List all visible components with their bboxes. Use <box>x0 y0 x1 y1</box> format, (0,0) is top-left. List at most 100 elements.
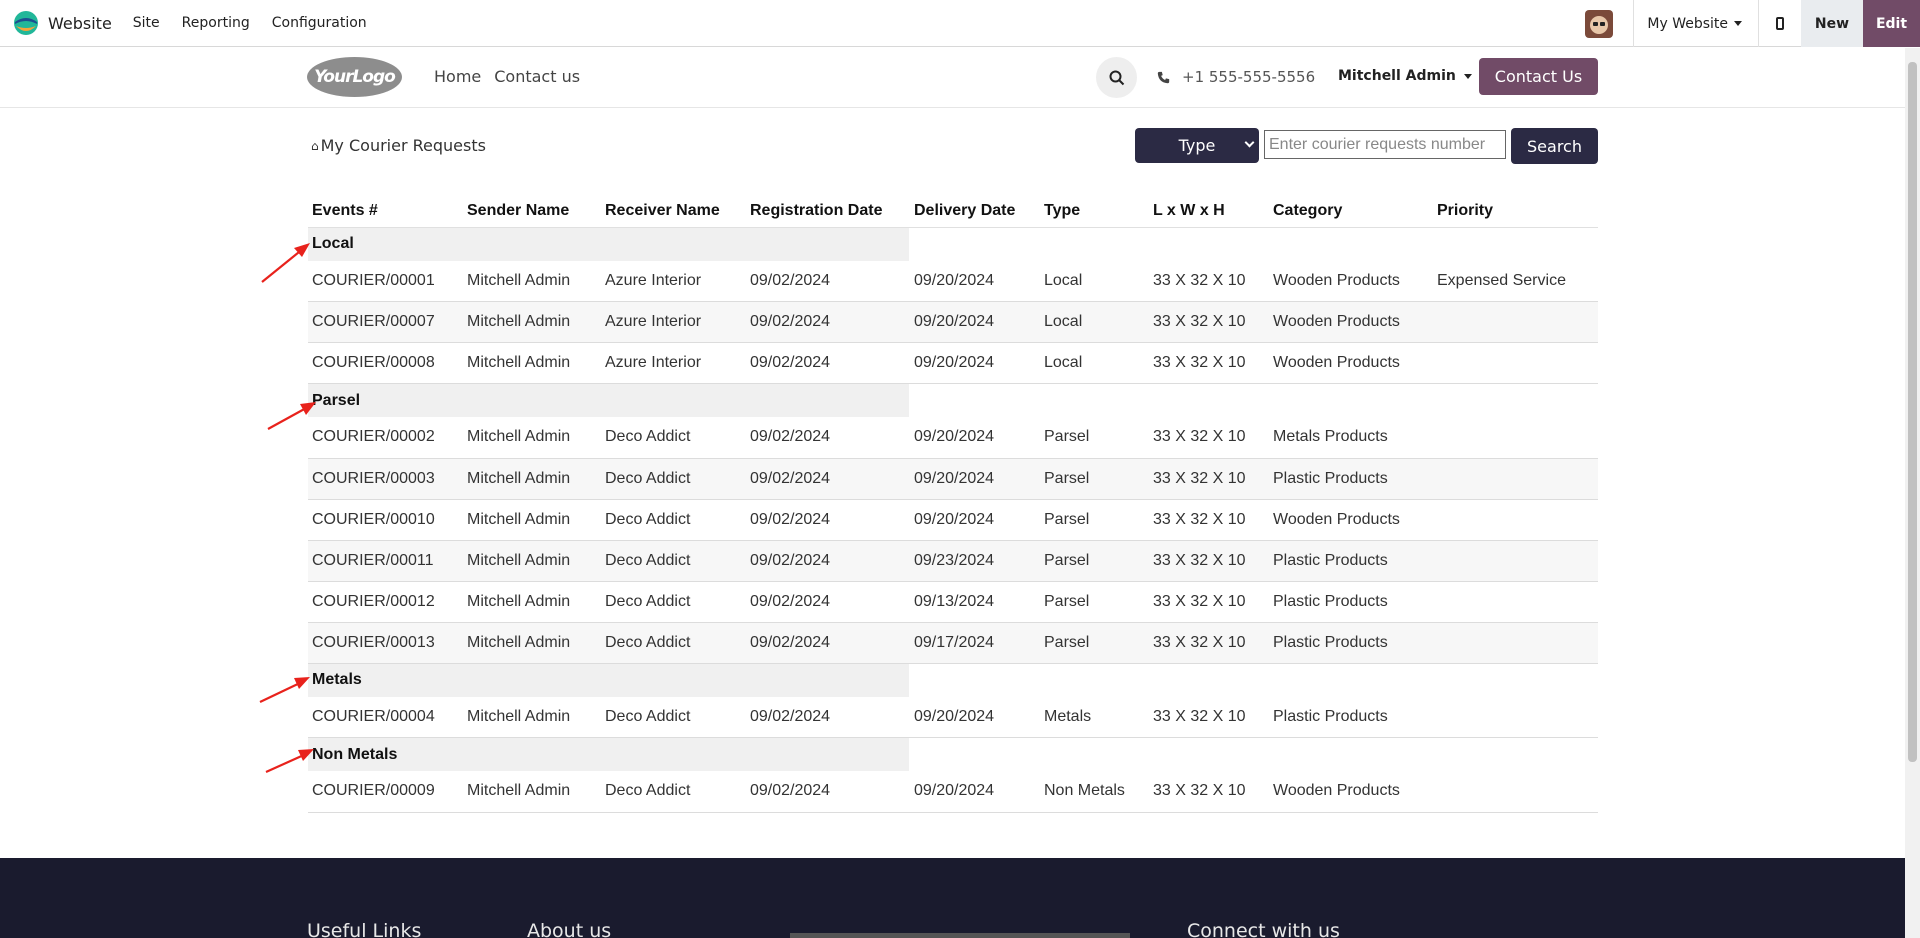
table-cell: Deco Addict <box>601 540 746 582</box>
website-selector[interactable]: My Website <box>1634 16 1758 32</box>
table-cell: 09/20/2024 <box>910 260 1040 302</box>
menu-reporting[interactable]: Reporting <box>171 15 261 31</box>
table-row[interactable]: COURIER/00002 Mitchell Admin Deco Addict 09… <box>308 417 1598 459</box>
menu-configuration[interactable]: Configuration <box>261 15 378 31</box>
nav-contact-us[interactable]: Contact us <box>494 67 580 86</box>
website-app-icon[interactable] <box>13 10 39 36</box>
home-icon[interactable]: ⌂ <box>311 139 319 153</box>
table-row[interactable]: COURIER/00008 Mitchell Admin Azure Interio… <box>308 342 1598 384</box>
menu-site[interactable]: Site <box>122 15 171 31</box>
table-row[interactable]: COURIER/00003 Mitchell Admin Deco Addict 09… <box>308 458 1598 500</box>
table-cell: 33 X 32 X 10 <box>1149 771 1269 813</box>
table-row[interactable]: COURIER/00007 Mitchell Admin Azure Interio… <box>308 301 1598 343</box>
scrollbar-thumb[interactable] <box>1908 62 1917 762</box>
table-cell: Azure Interior <box>601 301 746 343</box>
table-cell: 09/02/2024 <box>746 458 910 500</box>
courier-number-link[interactable]: COURIER/00001 <box>308 260 463 302</box>
table-cell: 33 X 32 X 10 <box>1149 342 1269 384</box>
table-row[interactable]: COURIER/00010 Mitchell Admin Deco Addict 09… <box>308 499 1598 541</box>
header-phone[interactable]: +1 555-555-5556 <box>1157 68 1315 86</box>
group-label: Metals <box>308 663 909 697</box>
mobile-icon <box>1776 17 1784 30</box>
column-header: Category <box>1269 195 1433 228</box>
table-cell: Wooden Products <box>1269 499 1433 541</box>
footer-divider <box>790 933 1130 938</box>
table-cell: Wooden Products <box>1269 301 1433 343</box>
courier-number-link[interactable]: COURIER/00009 <box>308 771 463 813</box>
table-cell: Azure Interior <box>601 260 746 302</box>
courier-number-link[interactable]: COURIER/00010 <box>308 499 463 541</box>
table-cell: 33 X 32 X 10 <box>1149 301 1269 343</box>
phone-number: +1 555-555-5556 <box>1182 68 1316 86</box>
mobile-preview-button[interactable] <box>1759 0 1801 47</box>
table-cell: Wooden Products <box>1269 771 1433 813</box>
table-cell <box>1433 342 1598 384</box>
search-button[interactable]: Search <box>1511 128 1598 164</box>
table-cell: 09/02/2024 <box>746 342 910 384</box>
table-cell: Mitchell Admin <box>463 771 601 813</box>
table-cell: 09/20/2024 <box>910 499 1040 541</box>
table-cell: 09/20/2024 <box>910 417 1040 459</box>
app-name[interactable]: Website <box>48 14 112 33</box>
courier-number-link[interactable]: COURIER/00013 <box>308 622 463 664</box>
table-row[interactable]: COURIER/00012 Mitchell Admin Deco Addict 09… <box>308 581 1598 623</box>
search-icon <box>1109 70 1124 85</box>
annotation-arrow-icon <box>267 402 316 430</box>
group-label: Parsel <box>308 384 909 417</box>
table-cell <box>1433 417 1598 459</box>
group-row: Parsel <box>308 384 1598 417</box>
table-row[interactable]: COURIER/00013 Mitchell Admin Deco Addict 09… <box>308 622 1598 664</box>
table-cell: Parsel <box>1040 622 1149 664</box>
courier-number-link[interactable]: COURIER/00008 <box>308 342 463 384</box>
table-cell: Metals Products <box>1269 417 1433 459</box>
courier-number-link[interactable]: COURIER/00012 <box>308 581 463 623</box>
table-row[interactable]: COURIER/00004 Mitchell Admin Deco Addict 09… <box>308 696 1598 738</box>
table-cell: Parsel <box>1040 417 1149 459</box>
table-cell: Wooden Products <box>1269 260 1433 302</box>
site-footer: Useful Links About us Connect with us <box>0 858 1905 938</box>
type-filter-select[interactable]: Type <box>1135 128 1259 163</box>
table-cell: Deco Addict <box>601 499 746 541</box>
type-select-label: Type <box>1178 136 1216 155</box>
table-cell <box>1433 696 1598 738</box>
courier-requests-table: Events # Sender Name Receiver Name Registra… <box>308 195 1598 813</box>
user-avatar[interactable] <box>1585 9 1614 38</box>
table-row[interactable]: COURIER/00009 Mitchell Admin Deco Addict 09… <box>308 771 1598 813</box>
courier-number-link[interactable]: COURIER/00004 <box>308 696 463 738</box>
new-button[interactable]: New <box>1801 0 1863 47</box>
table-cell: Deco Addict <box>601 458 746 500</box>
table-cell: 09/02/2024 <box>746 499 910 541</box>
table-cell: 33 X 32 X 10 <box>1149 696 1269 738</box>
table-cell: Local <box>1040 342 1149 384</box>
table-cell: 09/13/2024 <box>910 581 1040 623</box>
site-logo[interactable]: YourLogo <box>307 57 402 97</box>
table-cell: Mitchell Admin <box>463 417 601 459</box>
edit-button[interactable]: Edit <box>1863 0 1920 47</box>
table-cell: Plastic Products <box>1269 581 1433 623</box>
breadcrumb-current: My Courier Requests <box>320 136 486 155</box>
table-cell: 33 X 32 X 10 <box>1149 458 1269 500</box>
courier-search-input[interactable]: Enter courier requests number <box>1264 130 1506 159</box>
courier-number-link[interactable]: COURIER/00007 <box>308 301 463 343</box>
table-cell: Mitchell Admin <box>463 622 601 664</box>
courier-number-link[interactable]: COURIER/00011 <box>308 540 463 582</box>
contact-us-button[interactable]: Contact Us <box>1479 58 1598 95</box>
column-header: Type <box>1040 195 1149 228</box>
table-cell <box>1433 499 1598 541</box>
courier-number-link[interactable]: COURIER/00003 <box>308 458 463 500</box>
table-cell: Parsel <box>1040 458 1149 500</box>
site-search-button[interactable] <box>1096 57 1137 98</box>
user-menu[interactable]: Mitchell Admin <box>1338 68 1472 84</box>
table-cell <box>1433 301 1598 343</box>
table-cell: Mitchell Admin <box>463 458 601 500</box>
site-nav: Home Contact us <box>434 67 580 86</box>
page-scrollbar[interactable] <box>1905 48 1920 938</box>
table-row[interactable]: COURIER/00001 Mitchell Admin Azure Interio… <box>308 260 1598 302</box>
table-cell: 09/02/2024 <box>746 260 910 302</box>
nav-home[interactable]: Home <box>434 67 481 86</box>
table-row[interactable]: COURIER/00011 Mitchell Admin Deco Addict 09… <box>308 540 1598 582</box>
courier-number-link[interactable]: COURIER/00002 <box>308 417 463 459</box>
table-cell: Plastic Products <box>1269 458 1433 500</box>
table-cell: Mitchell Admin <box>463 342 601 384</box>
table-cell: Expensed Service <box>1433 260 1598 302</box>
